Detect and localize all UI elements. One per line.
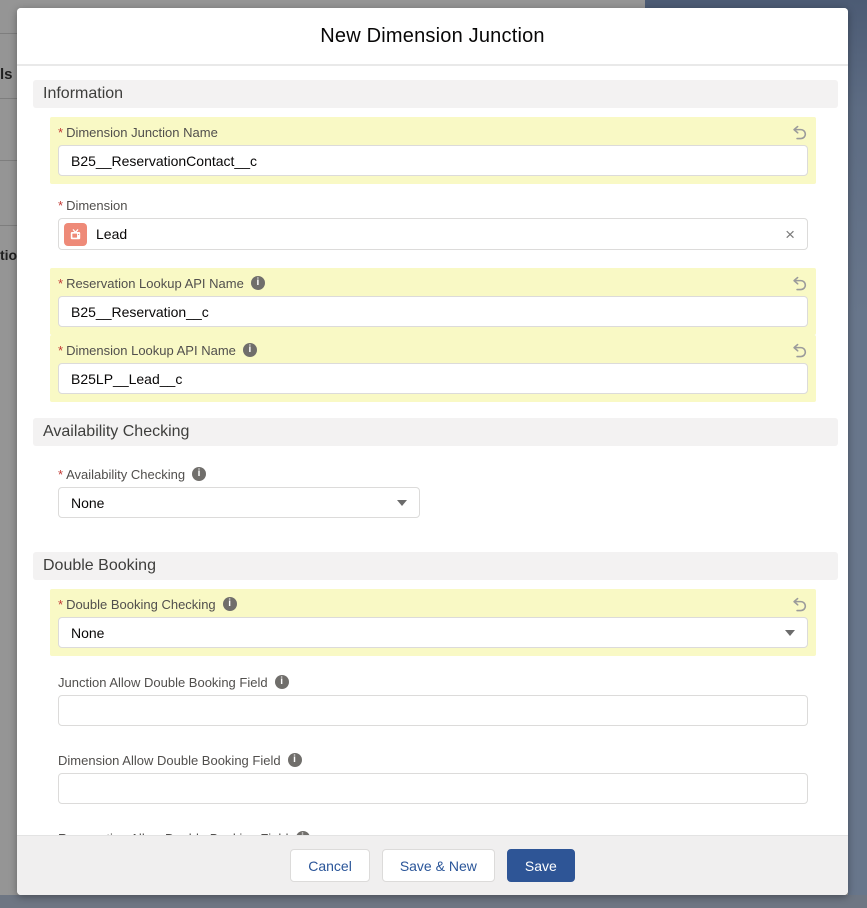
field-dimension-junction-name: * Dimension Junction Name bbox=[50, 117, 816, 184]
background-divider bbox=[0, 33, 17, 34]
cancel-button[interactable]: Cancel bbox=[290, 849, 370, 882]
clear-selection-icon[interactable]: × bbox=[783, 226, 797, 243]
field-label: Junction Allow Double Booking Field bbox=[58, 675, 268, 690]
dimension-junction-name-input[interactable] bbox=[58, 145, 808, 176]
double-booking-checking-selected-value: None bbox=[71, 625, 785, 641]
save-button[interactable]: Save bbox=[507, 849, 575, 882]
info-icon[interactable]: i bbox=[243, 343, 257, 357]
section-header-double-booking: Double Booking bbox=[33, 552, 838, 580]
field-dimension: * Dimension Lead × bbox=[50, 190, 816, 258]
background-text-fragment: tio bbox=[0, 247, 17, 263]
undo-icon[interactable] bbox=[791, 275, 808, 292]
field-double-booking-checking: * Double Booking Checking i None bbox=[50, 589, 816, 656]
required-marker: * bbox=[58, 198, 63, 213]
modal-title: New Dimension Junction bbox=[320, 25, 545, 48]
required-marker: * bbox=[58, 597, 63, 612]
required-marker: * bbox=[58, 467, 63, 482]
required-marker: * bbox=[58, 343, 63, 358]
undo-icon[interactable] bbox=[791, 342, 808, 359]
chevron-down-icon bbox=[785, 630, 795, 636]
section-header-information: Information bbox=[33, 80, 838, 108]
undo-icon[interactable] bbox=[791, 124, 808, 141]
field-availability-checking: * Availability Checking i None bbox=[50, 459, 816, 526]
info-icon[interactable]: i bbox=[275, 675, 289, 689]
background-divider bbox=[0, 98, 17, 99]
modal-body: Information * Dimension Junction Name * bbox=[17, 66, 848, 835]
field-dimension-lookup-api-name: * Dimension Lookup API Name i bbox=[50, 335, 816, 402]
lead-object-icon bbox=[64, 223, 87, 246]
dimension-lookup-combobox[interactable]: Lead × bbox=[58, 218, 808, 250]
field-label: Availability Checking bbox=[66, 467, 185, 482]
field-label: Dimension Junction Name bbox=[66, 125, 218, 140]
field-label: Double Booking Checking bbox=[66, 597, 216, 612]
dimension-allow-double-booking-input[interactable] bbox=[58, 773, 808, 804]
bottom-background-strip bbox=[0, 895, 867, 908]
field-label: Dimension bbox=[66, 198, 127, 213]
availability-checking-selected-value: None bbox=[71, 495, 397, 511]
undo-icon[interactable] bbox=[791, 596, 808, 613]
field-label: Dimension Allow Double Booking Field bbox=[58, 753, 281, 768]
info-icon[interactable]: i bbox=[288, 753, 302, 767]
info-icon[interactable]: i bbox=[192, 467, 206, 481]
dimension-lookup-api-name-input[interactable] bbox=[58, 363, 808, 394]
new-dimension-junction-modal: New Dimension Junction Information * Dim… bbox=[17, 8, 848, 895]
required-marker: * bbox=[58, 276, 63, 291]
modal-header: New Dimension Junction bbox=[17, 8, 848, 66]
junction-allow-double-booking-input[interactable] bbox=[58, 695, 808, 726]
section-header-availability-checking: Availability Checking bbox=[33, 418, 838, 446]
field-label: Dimension Lookup API Name bbox=[66, 343, 236, 358]
background-divider bbox=[0, 225, 17, 226]
info-icon[interactable]: i bbox=[223, 597, 237, 611]
info-icon[interactable]: i bbox=[251, 276, 265, 290]
field-reservation-lookup-api-name: * Reservation Lookup API Name i bbox=[50, 268, 816, 335]
field-dimension-allow-double-booking: Dimension Allow Double Booking Field i bbox=[50, 745, 816, 812]
save-and-new-button[interactable]: Save & New bbox=[382, 849, 495, 882]
dimension-selected-value: Lead bbox=[96, 226, 783, 242]
availability-checking-select[interactable]: None bbox=[58, 487, 420, 518]
field-label: Reservation Lookup API Name bbox=[66, 276, 244, 291]
modal-footer: Cancel Save & New Save bbox=[17, 835, 848, 895]
required-marker: * bbox=[58, 125, 63, 140]
background-divider bbox=[0, 160, 17, 161]
field-junction-allow-double-booking: Junction Allow Double Booking Field i bbox=[50, 667, 816, 734]
right-background-panel bbox=[848, 0, 867, 908]
chevron-down-icon bbox=[397, 500, 407, 506]
field-reservation-allow-double-booking: Reservation Allow Double Booking Field i bbox=[50, 823, 816, 835]
double-booking-checking-select[interactable]: None bbox=[58, 617, 808, 648]
reservation-lookup-api-name-input[interactable] bbox=[58, 296, 808, 327]
